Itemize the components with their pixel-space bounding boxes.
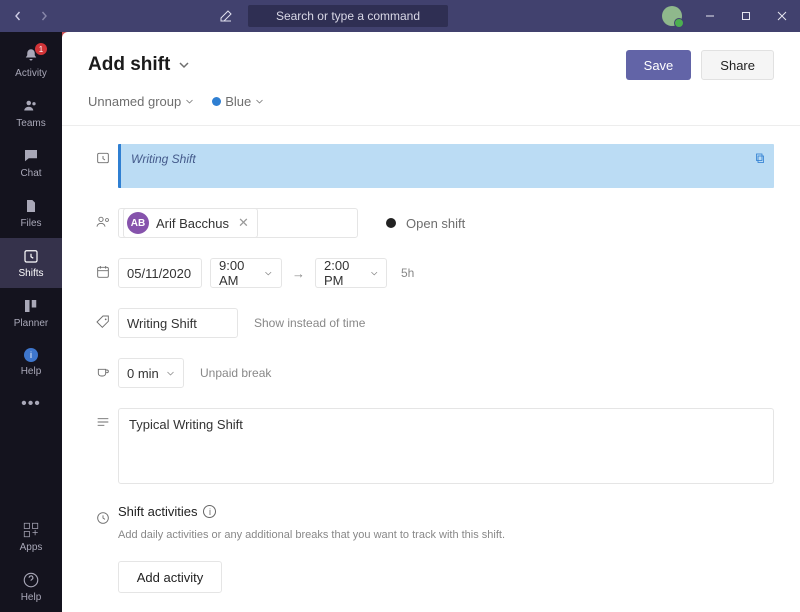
rail-label: Files xyxy=(20,218,41,229)
rail-label: Help xyxy=(21,366,42,377)
rail-more[interactable]: ••• xyxy=(0,386,62,422)
chevron-down-icon xyxy=(255,97,264,106)
rail-label: Help xyxy=(21,592,42,603)
rail-files[interactable]: Files xyxy=(0,188,62,238)
notes-input[interactable]: Typical Writing Shift xyxy=(118,408,774,484)
window-minimize-button[interactable] xyxy=(692,0,728,32)
app-rail: Activity 1 Teams Chat Files Shifts xyxy=(0,32,62,612)
nav-back-button[interactable] xyxy=(6,4,30,28)
preview-title: Writing Shift xyxy=(131,152,764,166)
svg-text:i: i xyxy=(30,350,32,360)
rail-label: Activity xyxy=(15,68,47,79)
rail-label: Apps xyxy=(20,542,43,553)
rail-label: Teams xyxy=(16,118,45,129)
window-close-button[interactable] xyxy=(764,0,800,32)
files-icon xyxy=(23,197,39,215)
radio-dot-icon xyxy=(386,218,396,228)
chevron-down-icon xyxy=(370,269,378,278)
chevron-down-icon xyxy=(264,269,273,278)
page-title: Add shift xyxy=(88,54,170,76)
help-icon xyxy=(22,571,40,589)
window-maximize-button[interactable] xyxy=(728,0,764,32)
save-button[interactable]: Save xyxy=(626,50,692,80)
break-duration-input[interactable]: 0 min xyxy=(118,358,184,388)
rail-planner[interactable]: Planner xyxy=(0,288,62,338)
compose-button[interactable] xyxy=(212,2,240,30)
notes-icon xyxy=(88,408,118,430)
rail-help[interactable]: i Help xyxy=(0,338,62,386)
planner-icon xyxy=(22,297,40,315)
rail-label: Planner xyxy=(14,318,48,329)
calendar-icon xyxy=(88,258,118,280)
start-time-input[interactable]: 9:00 AM xyxy=(210,258,282,288)
cup-icon xyxy=(88,358,118,380)
chevron-down-icon xyxy=(166,369,175,378)
share-button[interactable]: Share xyxy=(701,50,774,80)
rail-shifts[interactable]: Shifts xyxy=(0,238,62,288)
chat-icon xyxy=(22,147,40,165)
search-input[interactable]: Search or type a command xyxy=(248,5,448,27)
activities-heading: Shift activities xyxy=(118,504,197,519)
shifts-icon xyxy=(22,247,40,265)
preview-icon xyxy=(88,144,118,166)
rail-chat[interactable]: Chat xyxy=(0,138,62,188)
help-dot-icon: i xyxy=(23,347,39,363)
remove-person-icon[interactable]: ✕ xyxy=(238,215,249,231)
add-activity-button[interactable]: Add activity xyxy=(118,561,222,593)
open-shift-option[interactable]: Open shift xyxy=(386,216,465,231)
info-icon[interactable]: i xyxy=(203,505,216,518)
color-dot-icon xyxy=(212,97,221,106)
rail-help-bottom[interactable]: Help xyxy=(0,562,62,612)
rail-label: Shifts xyxy=(18,268,43,279)
rail-label: Chat xyxy=(20,168,41,179)
rail-apps[interactable]: Apps xyxy=(0,512,62,562)
date-input[interactable]: 05/11/2020 xyxy=(118,258,202,288)
title-chevron-icon[interactable] xyxy=(178,59,190,71)
person-icon xyxy=(88,208,118,230)
break-hint: Unpaid break xyxy=(192,366,271,380)
people-field[interactable]: AB Arif Bacchus ✕ xyxy=(118,208,358,238)
rail-activity[interactable]: Activity 1 xyxy=(0,38,62,88)
custom-label-input[interactable]: Writing Shift xyxy=(118,308,238,338)
arrow-right-icon: → xyxy=(290,266,307,281)
copy-icon[interactable] xyxy=(754,152,766,164)
person-name: Arif Bacchus xyxy=(156,216,229,231)
rail-teams[interactable]: Teams xyxy=(0,88,62,138)
person-chip: AB Arif Bacchus ✕ xyxy=(123,208,258,238)
chevron-down-icon xyxy=(185,97,194,106)
label-hint: Show instead of time xyxy=(246,316,365,330)
duration-label: 5h xyxy=(395,266,414,280)
titlebar: Search or type a command xyxy=(0,0,800,32)
end-time-input[interactable]: 2:00 PM xyxy=(315,258,387,288)
tag-icon xyxy=(88,308,118,330)
search-placeholder: Search or type a command xyxy=(276,9,420,23)
color-dropdown[interactable]: Blue xyxy=(212,94,264,109)
nav-forward-button[interactable] xyxy=(32,4,56,28)
more-icon: ••• xyxy=(21,395,41,413)
teams-icon xyxy=(22,97,40,115)
clock-icon xyxy=(88,504,118,526)
content-pane: Add shift Save Share Unnamed group Blue xyxy=(62,32,800,612)
group-dropdown[interactable]: Unnamed group xyxy=(88,94,194,109)
activity-badge: 1 xyxy=(35,43,47,55)
apps-icon xyxy=(22,521,40,539)
shift-preview: Writing Shift xyxy=(118,144,774,188)
activities-sub: Add daily activities or any additional b… xyxy=(118,529,505,541)
person-initials: AB xyxy=(127,212,149,234)
avatar[interactable] xyxy=(662,6,682,26)
